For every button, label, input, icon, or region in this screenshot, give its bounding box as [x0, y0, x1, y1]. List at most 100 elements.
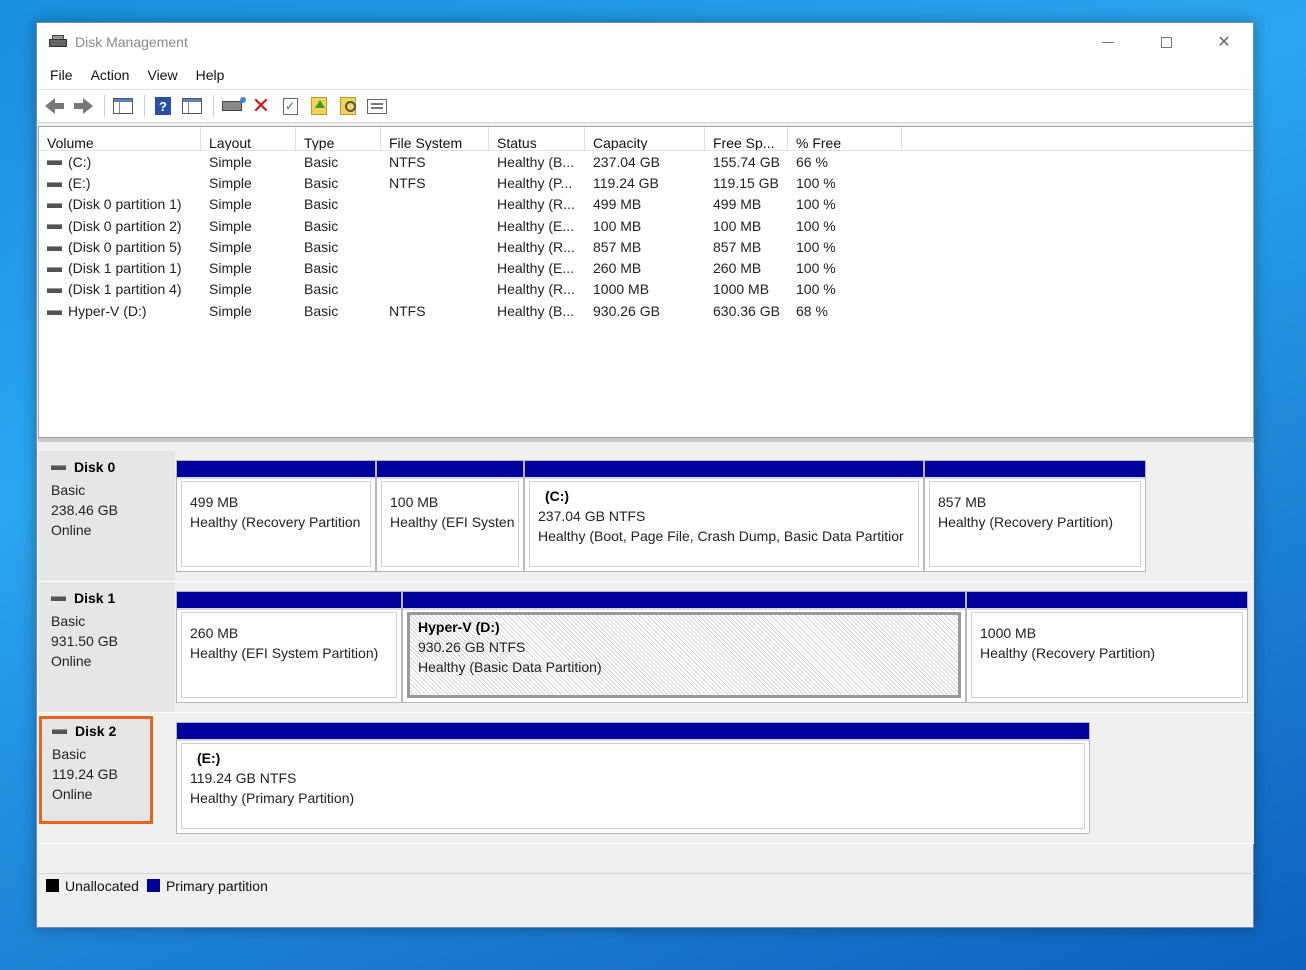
file-system-cell: NTFS — [389, 302, 426, 319]
disk-management-window: Disk Management ✕ File Action View Help … — [36, 22, 1254, 928]
disk-2-label[interactable]: Disk 2 Basic 119.24 GB Online — [39, 716, 153, 824]
partition-bar — [925, 461, 1145, 479]
partition-block-selected[interactable]: Hyper-V (D:) 930.26 GB NTFS Healthy (Bas… — [402, 591, 966, 703]
window-title: Disk Management — [75, 34, 188, 50]
disk-icon — [52, 728, 67, 734]
connect-disk-button[interactable] — [219, 93, 246, 119]
check-button[interactable]: ✓ — [277, 93, 303, 119]
console-tree-button[interactable] — [110, 93, 136, 119]
header-free-space[interactable]: Free Sp... — [705, 127, 788, 150]
partition-block[interactable]: 857 MB Healthy (Recovery Partition) — [924, 460, 1146, 572]
volume-name: (Disk 1 partition 1) — [68, 260, 182, 277]
toolbar: ? ✕ ✓ — [37, 89, 1253, 123]
disk-type: Basic — [51, 482, 86, 498]
drive-icon — [47, 245, 62, 251]
table-row[interactable]: Hyper-V (D:) Simple Basic NTFS Healthy (… — [39, 300, 1253, 321]
type-cell: Basic — [304, 302, 339, 319]
free-space-cell: 119.15 GB — [713, 174, 779, 191]
volume-name: (Disk 1 partition 4) — [68, 281, 182, 298]
table-row[interactable]: (C:) Simple Basic NTFS Healthy (B... 237… — [39, 151, 1253, 172]
partition-block[interactable]: 100 MB Healthy (EFI Systen — [376, 460, 524, 572]
partition-bar — [377, 461, 523, 479]
console-tree-icon — [113, 98, 133, 114]
close-button[interactable]: ✕ — [1195, 23, 1253, 61]
layout-cell: Simple — [209, 196, 252, 213]
partition-status: Healthy (EFI Systen — [390, 514, 515, 530]
table-row[interactable]: (Disk 1 partition 1) Simple Basic Health… — [39, 257, 1253, 278]
delete-button[interactable]: ✕ — [248, 93, 274, 119]
partition-block[interactable]: 260 MB Healthy (EFI System Partition) — [176, 591, 402, 703]
percent-free-cell: 100 % — [796, 260, 836, 277]
header-file-system[interactable]: File System — [381, 127, 489, 150]
layout-cell: Simple — [209, 174, 252, 191]
capacity-cell: 1000 MB — [593, 281, 650, 298]
minimize-button[interactable] — [1079, 23, 1137, 61]
menu-help[interactable]: Help — [187, 67, 234, 83]
partition-block[interactable]: 499 MB Healthy (Recovery Partition — [176, 460, 376, 572]
type-cell: Basic — [304, 174, 339, 191]
disk-0-label[interactable]: Disk 0 Basic 238.46 GB Online — [39, 451, 175, 581]
partition-block[interactable]: 1000 MB Healthy (Recovery Partition) — [966, 591, 1248, 703]
menu-file[interactable]: File — [41, 67, 82, 83]
table-row[interactable]: (Disk 1 partition 4) Simple Basic Health… — [39, 279, 1253, 300]
drive-icon — [47, 224, 62, 230]
disk-type: Basic — [51, 613, 86, 629]
file-system-cell: NTFS — [389, 153, 426, 170]
header-status[interactable]: Status — [489, 127, 585, 150]
partition-size: 857 MB — [938, 494, 987, 510]
partition-block[interactable]: (E:) 119.24 GB NTFS Healthy (Primary Par… — [176, 722, 1090, 834]
disk-management-app-icon — [49, 35, 67, 49]
header-percent-free[interactable]: % Free — [788, 127, 902, 150]
status-cell: Healthy (R... — [497, 238, 575, 255]
partition-size: 499 MB — [190, 494, 239, 510]
table-row[interactable]: (Disk 0 partition 5) Simple Basic Health… — [39, 236, 1253, 257]
header-type[interactable]: Type — [296, 127, 381, 150]
free-space-cell: 1000 MB — [713, 281, 770, 298]
partition-bar — [967, 592, 1247, 610]
pane-splitter[interactable] — [38, 438, 1254, 442]
capacity-cell: 100 MB — [593, 217, 642, 234]
volume-list-header: Volume Layout Type File System Status Ca… — [39, 127, 1253, 151]
disk-size: 119.24 GB — [52, 766, 118, 782]
help-button[interactable]: ? — [150, 93, 176, 119]
partition-status: Healthy (Recovery Partition — [190, 514, 361, 530]
forward-button[interactable] — [70, 93, 96, 119]
disk-type: Basic — [52, 746, 87, 762]
partition-size: 1000 MB — [980, 625, 1037, 641]
back-icon — [44, 98, 64, 114]
capacity-cell: 237.04 GB — [593, 153, 660, 170]
up-folder-button[interactable] — [306, 93, 332, 119]
disk-status: Online — [51, 522, 92, 538]
details-view-button[interactable] — [179, 93, 205, 119]
table-row[interactable]: (E:) Simple Basic NTFS Healthy (P... 119… — [39, 172, 1253, 193]
search-folder-button[interactable] — [335, 93, 361, 119]
minimize-icon — [1102, 41, 1114, 43]
header-layout[interactable]: Layout — [201, 127, 296, 150]
back-button[interactable] — [41, 93, 67, 119]
disk-1-label[interactable]: Disk 1 Basic 931.50 GB Online — [39, 582, 175, 712]
menu-view[interactable]: View — [138, 67, 186, 83]
header-capacity[interactable]: Capacity — [585, 127, 705, 150]
header-volume[interactable]: Volume — [39, 127, 201, 150]
drive-icon — [47, 181, 62, 187]
disk-row-2: Disk 2 Basic 119.24 GB Online (E:) 119.2… — [38, 713, 1254, 844]
properties-button[interactable] — [364, 93, 390, 119]
maximize-button[interactable] — [1137, 23, 1195, 61]
drive-icon — [47, 288, 62, 294]
disk-size: 238.46 GB — [51, 502, 118, 518]
table-row[interactable]: (Disk 0 partition 2) Simple Basic Health… — [39, 215, 1253, 236]
percent-free-cell: 100 % — [796, 196, 836, 213]
disk-name: Disk 0 — [74, 459, 116, 475]
layout-cell: Simple — [209, 302, 252, 319]
partition-bar — [177, 461, 375, 479]
capacity-cell: 260 MB — [593, 260, 642, 277]
percent-free-cell: 100 % — [796, 281, 836, 298]
close-icon: ✕ — [1217, 34, 1231, 51]
layout-cell: Simple — [209, 281, 252, 298]
drive-icon — [47, 266, 62, 272]
partition-block[interactable]: (C:) 237.04 GB NTFS Healthy (Boot, Page … — [524, 460, 924, 572]
legend-unallocated: Unallocated — [65, 877, 139, 894]
disk-status: Online — [51, 653, 92, 669]
menu-action[interactable]: Action — [82, 67, 139, 83]
table-row[interactable]: (Disk 0 partition 1) Simple Basic Health… — [39, 194, 1253, 215]
